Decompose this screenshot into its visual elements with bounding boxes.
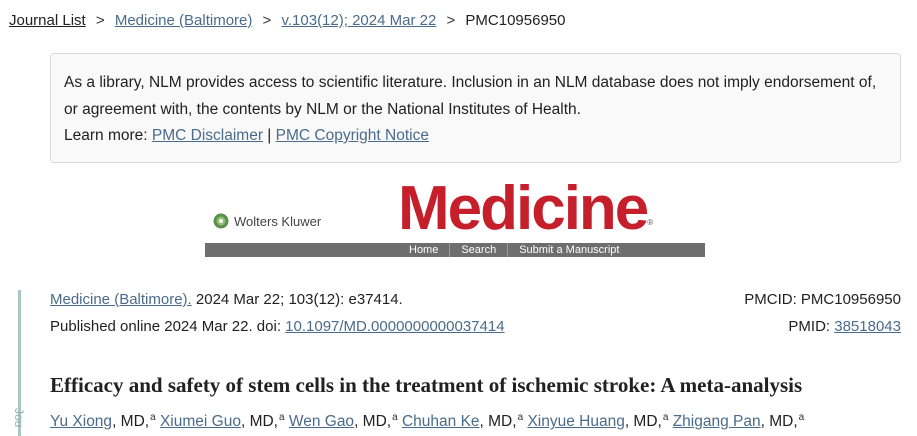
author-item: Yu Xiong, MD,a xyxy=(50,412,156,431)
author-link[interactable]: Zhigang Pan xyxy=(673,413,761,430)
breadcrumb: Journal List > Medicine (Baltimore) > v.… xyxy=(9,12,565,29)
published-line: Published online 2024 Mar 22. doi: 10.10… xyxy=(50,318,505,335)
breadcrumb-journal[interactable]: Medicine (Baltimore) xyxy=(115,12,253,29)
author-item: Chuhan Ke, MD,a xyxy=(402,412,524,431)
wolters-kluwer-icon xyxy=(213,213,229,229)
author-list: Yu Xiong, MD,a Xiumei Guo, MD,a Wen Gao,… xyxy=(50,412,804,431)
journal-citation-link[interactable]: Medicine (Baltimore). xyxy=(50,291,192,308)
disclaimer-text: As a library, NLM provides access to sci… xyxy=(64,74,877,118)
author-item: Zhigang Pan, MD,a xyxy=(673,412,805,431)
author-degree: , MD, xyxy=(112,413,150,431)
citation-details: 2024 Mar 22; 103(12): e37414. xyxy=(191,291,403,308)
journal-logo-text: Medicine xyxy=(398,174,649,243)
affiliation-marker[interactable]: a xyxy=(799,412,805,423)
affiliation-marker[interactable]: a xyxy=(150,412,156,423)
link-divider: | xyxy=(267,127,272,144)
publisher-name: Wolters Kluwer xyxy=(234,213,322,229)
author-link[interactable]: Xinyue Huang xyxy=(527,413,624,430)
doi-link[interactable]: 10.1097/MD.0000000000037414 xyxy=(285,318,504,335)
breadcrumb-separator: > xyxy=(262,12,272,29)
author-degree: , MD, xyxy=(624,413,662,431)
author-degree: , MD, xyxy=(354,413,392,431)
breadcrumb-journal-list[interactable]: Journal List xyxy=(9,12,86,29)
breadcrumb-separator: > xyxy=(446,12,456,29)
nlm-disclaimer-box: As a library, NLM provides access to sci… xyxy=(50,53,901,163)
journal-banner: Wolters Kluwer Medicine® Home Search Sub… xyxy=(205,174,705,258)
pmid-line: PMID: 38518043 xyxy=(788,318,901,335)
registered-mark: ® xyxy=(647,218,654,227)
published-prefix: Published online 2024 Mar 22. doi: xyxy=(50,318,286,335)
journal-nav-bar: Home Search Submit a Manuscript xyxy=(205,243,705,257)
pmid-label: PMID: xyxy=(788,318,835,335)
pmcid: PMCID: PMC10956950 xyxy=(744,291,901,308)
pmc-disclaimer-link[interactable]: PMC Disclaimer xyxy=(152,127,263,144)
author-item: Wen Gao, MD,a xyxy=(289,412,398,431)
breadcrumb-separator: > xyxy=(95,12,105,29)
side-vertical-label: Jou xyxy=(12,408,26,428)
author-degree: , MD, xyxy=(760,413,798,431)
pmc-copyright-link[interactable]: PMC Copyright Notice xyxy=(276,127,429,144)
learn-more-line: Learn more: PMC Disclaimer | PMC Copyrig… xyxy=(64,123,888,150)
author-item: Xiumei Guo, MD,a xyxy=(160,412,285,431)
pmid-link[interactable]: 38518043 xyxy=(834,318,901,335)
author-link[interactable]: Chuhan Ke xyxy=(402,413,480,430)
affiliation-marker[interactable]: a xyxy=(392,412,398,423)
author-link[interactable]: Wen Gao xyxy=(289,413,354,430)
affiliation-marker[interactable]: a xyxy=(279,412,285,423)
nav-submit-manuscript[interactable]: Submit a Manuscript xyxy=(507,243,630,257)
author-degree: , MD, xyxy=(479,413,517,431)
breadcrumb-issue[interactable]: v.103(12); 2024 Mar 22 xyxy=(281,12,436,29)
medicine-journal-logo[interactable]: Medicine® xyxy=(398,174,653,244)
wolters-kluwer-logo[interactable]: Wolters Kluwer xyxy=(213,213,321,229)
learn-more-label: Learn more: xyxy=(64,127,148,144)
article-title: Efficacy and safety of stem cells in the… xyxy=(50,373,803,397)
nav-search[interactable]: Search xyxy=(449,243,507,257)
nav-home[interactable]: Home xyxy=(398,243,449,257)
author-degree: , MD, xyxy=(240,413,278,431)
citation-line: Medicine (Baltimore). 2024 Mar 22; 103(1… xyxy=(50,291,403,308)
author-link[interactable]: Yu Xiong xyxy=(50,413,112,430)
author-link[interactable]: Xiumei Guo xyxy=(160,413,241,430)
breadcrumb-current-article: PMC10956950 xyxy=(465,12,566,29)
author-item: Xinyue Huang, MD,a xyxy=(527,412,669,431)
affiliation-marker[interactable]: a xyxy=(663,412,669,423)
affiliation-marker[interactable]: a xyxy=(518,412,524,423)
